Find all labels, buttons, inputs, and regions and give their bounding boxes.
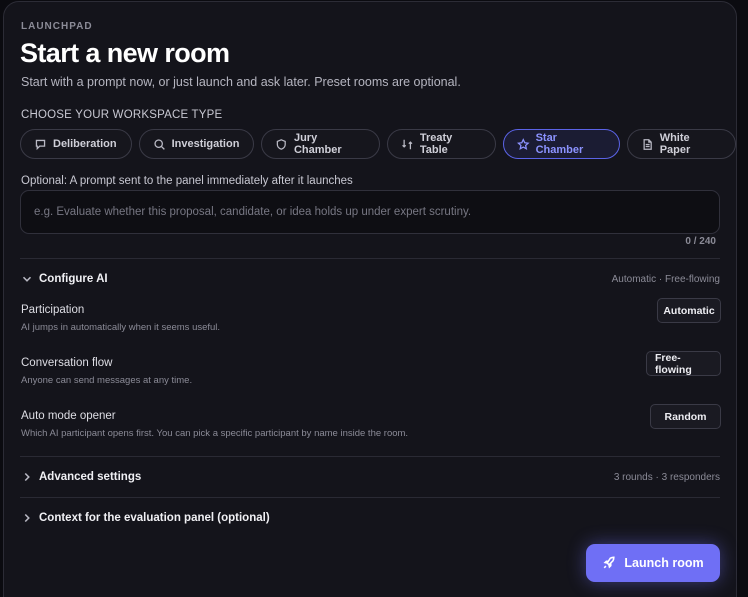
prompt-label: Optional: A prompt sent to the panel imm… <box>21 175 353 187</box>
workspace-chip-jury-chamber[interactable]: Jury Chamber <box>261 129 381 159</box>
setting-name: Auto mode opener <box>21 410 116 422</box>
divider <box>20 497 720 498</box>
page-title: Start a new room <box>20 38 230 68</box>
chevron-down-icon <box>22 276 32 282</box>
workspace-chip-deliberation[interactable]: Deliberation <box>20 129 132 159</box>
configure-ai-toggle[interactable]: Configure AI Automatic · Free-flowing <box>20 272 720 286</box>
divider <box>20 258 720 259</box>
workspace-chip-star-chamber[interactable]: Star Chamber <box>503 129 621 159</box>
setting-conversation-flow: Conversation flow Anyone can send messag… <box>21 351 721 386</box>
setting-auto-mode-opener: Auto mode opener Which AI participant op… <box>21 404 721 439</box>
document-icon <box>643 138 652 150</box>
advanced-settings-title: Advanced settings <box>39 471 142 483</box>
chevron-right-icon <box>24 472 30 482</box>
context-panel-title: Context for the evaluation panel (option… <box>39 512 270 524</box>
configure-ai-summary: Automatic · Free-flowing <box>611 273 720 285</box>
setting-participation: Participation AI jumps in automatically … <box>21 298 721 333</box>
chip-label: Investigation <box>171 138 240 150</box>
launch-room-button[interactable]: Launch room <box>586 544 720 582</box>
advanced-settings-toggle[interactable]: Advanced settings 3 rounds · 3 responder… <box>20 470 720 484</box>
chip-label: Jury Chamber <box>293 132 342 156</box>
launch-room-label: Launch room <box>624 556 704 570</box>
chip-label: Treaty Table <box>419 132 453 156</box>
page-subtitle: Start with a prompt now, or just launch … <box>21 75 461 89</box>
workspace-chip-white-paper[interactable]: White Paper <box>627 129 736 159</box>
divider <box>20 456 720 457</box>
chip-label: Deliberation <box>53 138 117 150</box>
character-counter: 0 / 240 <box>685 236 716 247</box>
auto-mode-opener-button[interactable]: Random <box>650 404 721 429</box>
launchpad-panel: LAUNCHPAD Start a new room Start with a … <box>3 1 737 597</box>
workspace-chip-investigation[interactable]: Investigation <box>138 129 255 159</box>
setting-name: Participation <box>21 304 85 316</box>
conversation-flow-button[interactable]: Free-flowing <box>646 351 721 376</box>
rocket-icon <box>603 556 616 569</box>
workspace-type-label: CHOOSE YOUR WORKSPACE TYPE <box>21 109 223 121</box>
chip-label: Star Chamber <box>535 132 584 156</box>
setting-description: Which AI participant opens first. You ca… <box>21 428 409 439</box>
context-panel-toggle[interactable]: Context for the evaluation panel (option… <box>20 511 720 525</box>
participation-button[interactable]: Automatic <box>657 298 721 323</box>
search-icon <box>153 138 165 150</box>
workspace-type-chips: Deliberation Investigation Jury Chamber … <box>20 129 736 159</box>
shield-icon <box>277 138 287 150</box>
eyebrow-label: LAUNCHPAD <box>21 21 93 32</box>
setting-name: Conversation flow <box>21 357 113 369</box>
chat-bubble-icon <box>35 139 46 150</box>
setting-description: AI jumps in automatically when it seems … <box>21 322 221 333</box>
advanced-settings-summary: 3 rounds · 3 responders <box>613 471 720 483</box>
chip-label: White Paper <box>659 132 691 156</box>
chevron-right-icon <box>24 513 30 523</box>
workspace-chip-treaty-table[interactable]: Treaty Table <box>387 129 497 159</box>
configure-ai-title: Configure AI <box>39 273 108 285</box>
star-icon <box>517 137 530 150</box>
swap-icon <box>402 139 413 149</box>
setting-description: Anyone can send messages at any time. <box>21 375 193 386</box>
prompt-input[interactable] <box>20 190 720 234</box>
